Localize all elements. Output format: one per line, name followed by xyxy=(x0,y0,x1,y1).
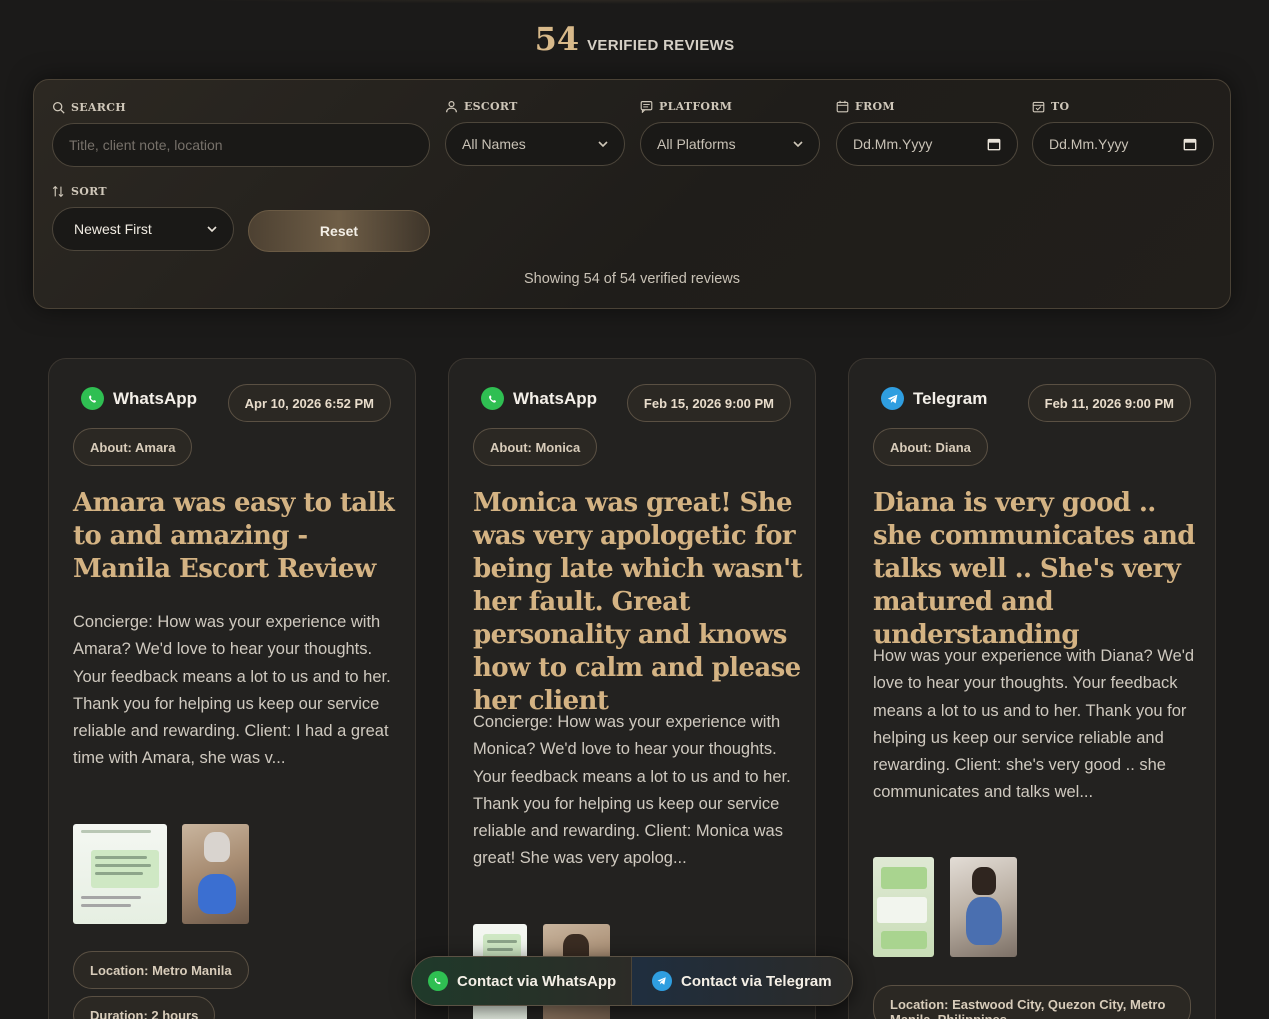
review-date: Feb 11, 2026 9:00 PM xyxy=(1027,384,1191,422)
platform-badge: WhatsApp xyxy=(481,387,597,410)
location-chip: Location: Metro Manila xyxy=(73,951,249,989)
search-input[interactable]: Title, client note, location xyxy=(52,123,430,167)
person-icon xyxy=(446,101,457,113)
whatsapp-icon xyxy=(428,971,448,991)
platform-select[interactable]: All Platforms xyxy=(640,122,820,166)
to-label: TO xyxy=(1032,100,1069,113)
chat-screenshot-thumbnail[interactable] xyxy=(73,824,167,924)
search-icon xyxy=(52,101,65,114)
filter-panel: SEARCH Title, client note, location ESCO… xyxy=(33,79,1231,309)
telegram-icon xyxy=(652,971,672,991)
platform-badge: Telegram xyxy=(881,387,987,410)
sort-icon xyxy=(52,185,64,198)
review-excerpt: Concierge: How was your experience with … xyxy=(73,613,391,768)
calendar-check-icon xyxy=(1032,101,1045,113)
review-date: Feb 15, 2026 9:00 PM xyxy=(626,384,791,422)
contact-whatsapp-button[interactable]: Contact via WhatsApp xyxy=(412,957,631,1005)
from-date-input[interactable]: Dd.Mm.Yyyy xyxy=(836,122,1018,166)
review-card[interactable]: WhatsApp Apr 10, 2026 6:52 PM About: Ama… xyxy=(48,358,416,1019)
calendar-picker-icon[interactable] xyxy=(1183,137,1197,151)
calendar-picker-icon[interactable] xyxy=(987,137,1001,151)
review-date: Apr 10, 2026 6:52 PM xyxy=(227,384,391,422)
about-badge[interactable]: About: Amara xyxy=(73,428,193,466)
review-title[interactable]: Amara was easy to talk to and amazing - … xyxy=(73,487,403,586)
platform-badge: WhatsApp xyxy=(81,387,197,410)
chevron-down-icon xyxy=(207,226,217,233)
review-card[interactable]: Telegram Feb 11, 2026 9:00 PM About: Dia… xyxy=(848,358,1216,1019)
photo-thumbnail[interactable] xyxy=(950,857,1017,957)
about-badge[interactable]: About: Monica xyxy=(473,428,598,466)
top-glow xyxy=(100,0,1170,4)
review-title[interactable]: Diana is very good .. she communicates a… xyxy=(873,487,1203,652)
location-chip: Location: Eastwood City, Quezon City, Me… xyxy=(873,985,1191,1019)
whatsapp-icon xyxy=(81,387,104,410)
review-card[interactable]: WhatsApp Feb 15, 2026 9:00 PM About: Mon… xyxy=(448,358,816,1019)
reviews-label: VERIFIED REVIEWS xyxy=(587,37,735,54)
chevron-down-icon xyxy=(598,141,608,148)
reset-button[interactable]: Reset xyxy=(248,210,430,252)
chat-icon xyxy=(640,101,653,113)
chat-screenshot-thumbnail[interactable] xyxy=(873,857,934,957)
sort-label: SORT xyxy=(52,185,107,198)
photo-thumbnail[interactable] xyxy=(182,824,249,924)
calendar-icon xyxy=(836,100,849,113)
review-excerpt: Concierge: How was your experience with … xyxy=(473,713,791,868)
sort-select[interactable]: Newest First xyxy=(52,207,234,251)
reviews-header: 54 VERIFIED REVIEWS xyxy=(0,20,1269,58)
from-label: FROM xyxy=(836,100,895,113)
review-title[interactable]: Monica was great! She was very apologeti… xyxy=(473,487,803,718)
escort-label: ESCORT xyxy=(445,100,518,113)
duration-chip: Duration: 2 hours xyxy=(73,996,216,1019)
platform-label: PLATFORM xyxy=(640,100,732,113)
escort-select[interactable]: All Names xyxy=(445,122,625,166)
to-date-input[interactable]: Dd.Mm.Yyyy xyxy=(1032,122,1214,166)
search-label: SEARCH xyxy=(52,101,126,114)
contact-bar: Contact via WhatsApp Contact via Telegra… xyxy=(411,956,853,1006)
telegram-icon xyxy=(881,387,904,410)
whatsapp-icon xyxy=(481,387,504,410)
reviews-count: 54 xyxy=(534,20,580,58)
review-excerpt: How was your experience with Diana? We'd… xyxy=(873,647,1195,802)
chevron-down-icon xyxy=(793,141,803,148)
results-count-text: Showing 54 of 54 verified reviews xyxy=(523,271,740,287)
contact-telegram-button[interactable]: Contact via Telegram xyxy=(631,957,852,1005)
about-badge[interactable]: About: Diana xyxy=(873,428,988,466)
